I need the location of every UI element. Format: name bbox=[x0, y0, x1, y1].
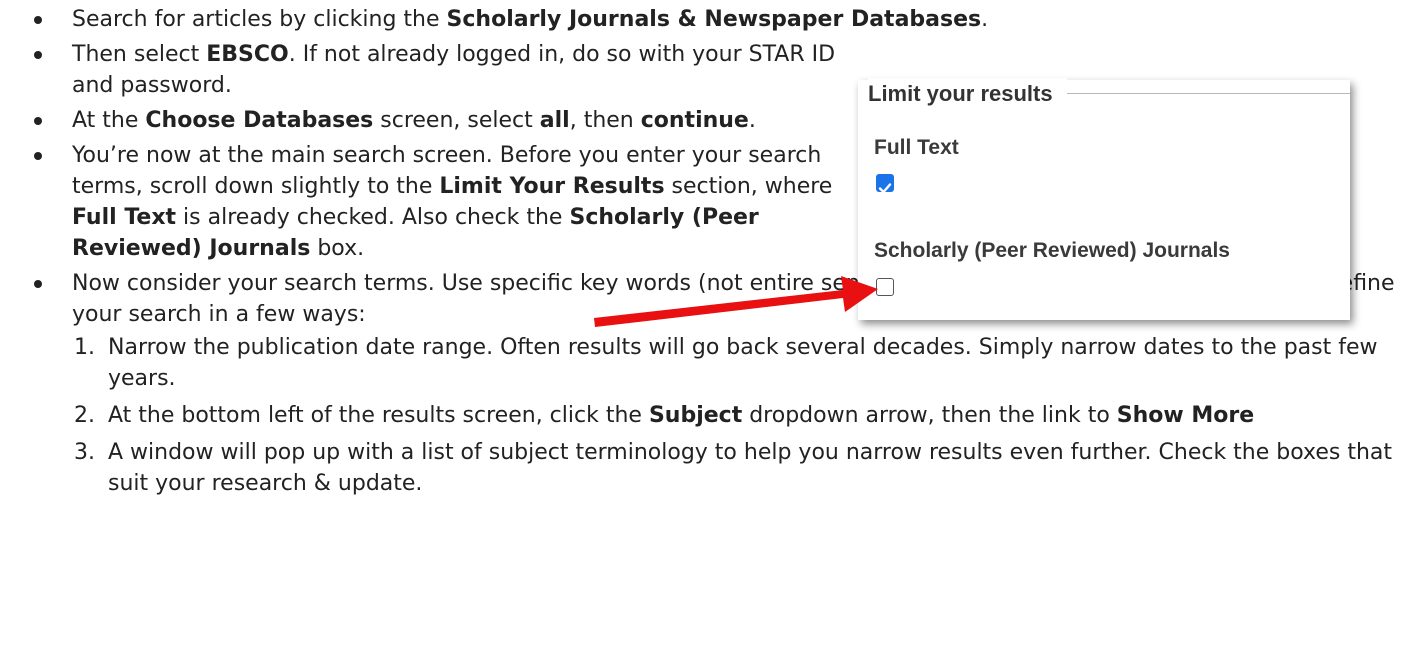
list-item: Then select EBSCO. If not already logged… bbox=[34, 39, 862, 101]
bold-text: Show More bbox=[1116, 403, 1255, 428]
bullet-icon bbox=[34, 280, 42, 288]
text: is already checked. Also check the bbox=[176, 205, 570, 230]
text: Then select bbox=[72, 42, 207, 67]
bold-text: all bbox=[539, 108, 570, 133]
bold-text: continue bbox=[640, 108, 749, 133]
text: Search for articles by clicking the bbox=[72, 7, 447, 32]
text: dropdown arrow, then the link to bbox=[742, 403, 1117, 428]
list-item: 3. A window will pop up with a list of s… bbox=[72, 437, 1400, 499]
full-text-checkbox[interactable] bbox=[876, 174, 894, 194]
list-number: 1. bbox=[74, 335, 95, 360]
list-item: You’re now at the main search screen. Be… bbox=[34, 140, 862, 264]
list-item: At the Choose Databases screen, select a… bbox=[34, 105, 862, 136]
text: . bbox=[748, 108, 756, 133]
bullet-icon bbox=[34, 16, 42, 24]
list-number: 2. bbox=[74, 403, 95, 428]
full-text-label: Full Text bbox=[874, 136, 959, 159]
list-number: 3. bbox=[74, 440, 95, 465]
bold-text: Choose Databases bbox=[145, 108, 374, 133]
list-item: 1. Narrow the publication date range. Of… bbox=[72, 332, 1400, 394]
scholarly-label: Scholarly (Peer Reviewed) Journals bbox=[874, 239, 1230, 262]
text: At the bottom left of the results screen… bbox=[108, 403, 649, 428]
text: section, where bbox=[664, 174, 833, 199]
bold-text: Full Text bbox=[72, 205, 177, 230]
bullet-icon bbox=[34, 152, 42, 160]
text: A window will pop up with a list of subj… bbox=[108, 440, 1393, 496]
text: box. bbox=[310, 236, 365, 261]
bold-text: Subject bbox=[648, 403, 743, 428]
text: At the bbox=[72, 108, 146, 133]
bold-text: EBSCO bbox=[206, 42, 289, 67]
bullet-icon bbox=[34, 117, 42, 125]
text: . bbox=[981, 7, 989, 32]
text: screen, select bbox=[373, 108, 540, 133]
list-item: 2. At the bottom left of the results scr… bbox=[72, 400, 1400, 431]
panel-title: Limit your results bbox=[868, 78, 1067, 109]
checkmark-icon bbox=[878, 183, 892, 194]
numbered-list: 1. Narrow the publication date range. Of… bbox=[72, 332, 1400, 499]
bullet-icon bbox=[34, 51, 42, 59]
text: , then bbox=[569, 108, 641, 133]
limit-results-panel: Limit your results Full Text Scholarly (… bbox=[858, 78, 1350, 320]
bold-text: Scholarly Journals & Newspaper Databases bbox=[446, 7, 982, 32]
text: Narrow the publication date range. Often… bbox=[108, 335, 1378, 391]
bold-text: Limit Your Results bbox=[439, 174, 665, 199]
list-item: Search for articles by clicking the Scho… bbox=[34, 4, 1400, 35]
scholarly-checkbox[interactable] bbox=[876, 278, 894, 296]
